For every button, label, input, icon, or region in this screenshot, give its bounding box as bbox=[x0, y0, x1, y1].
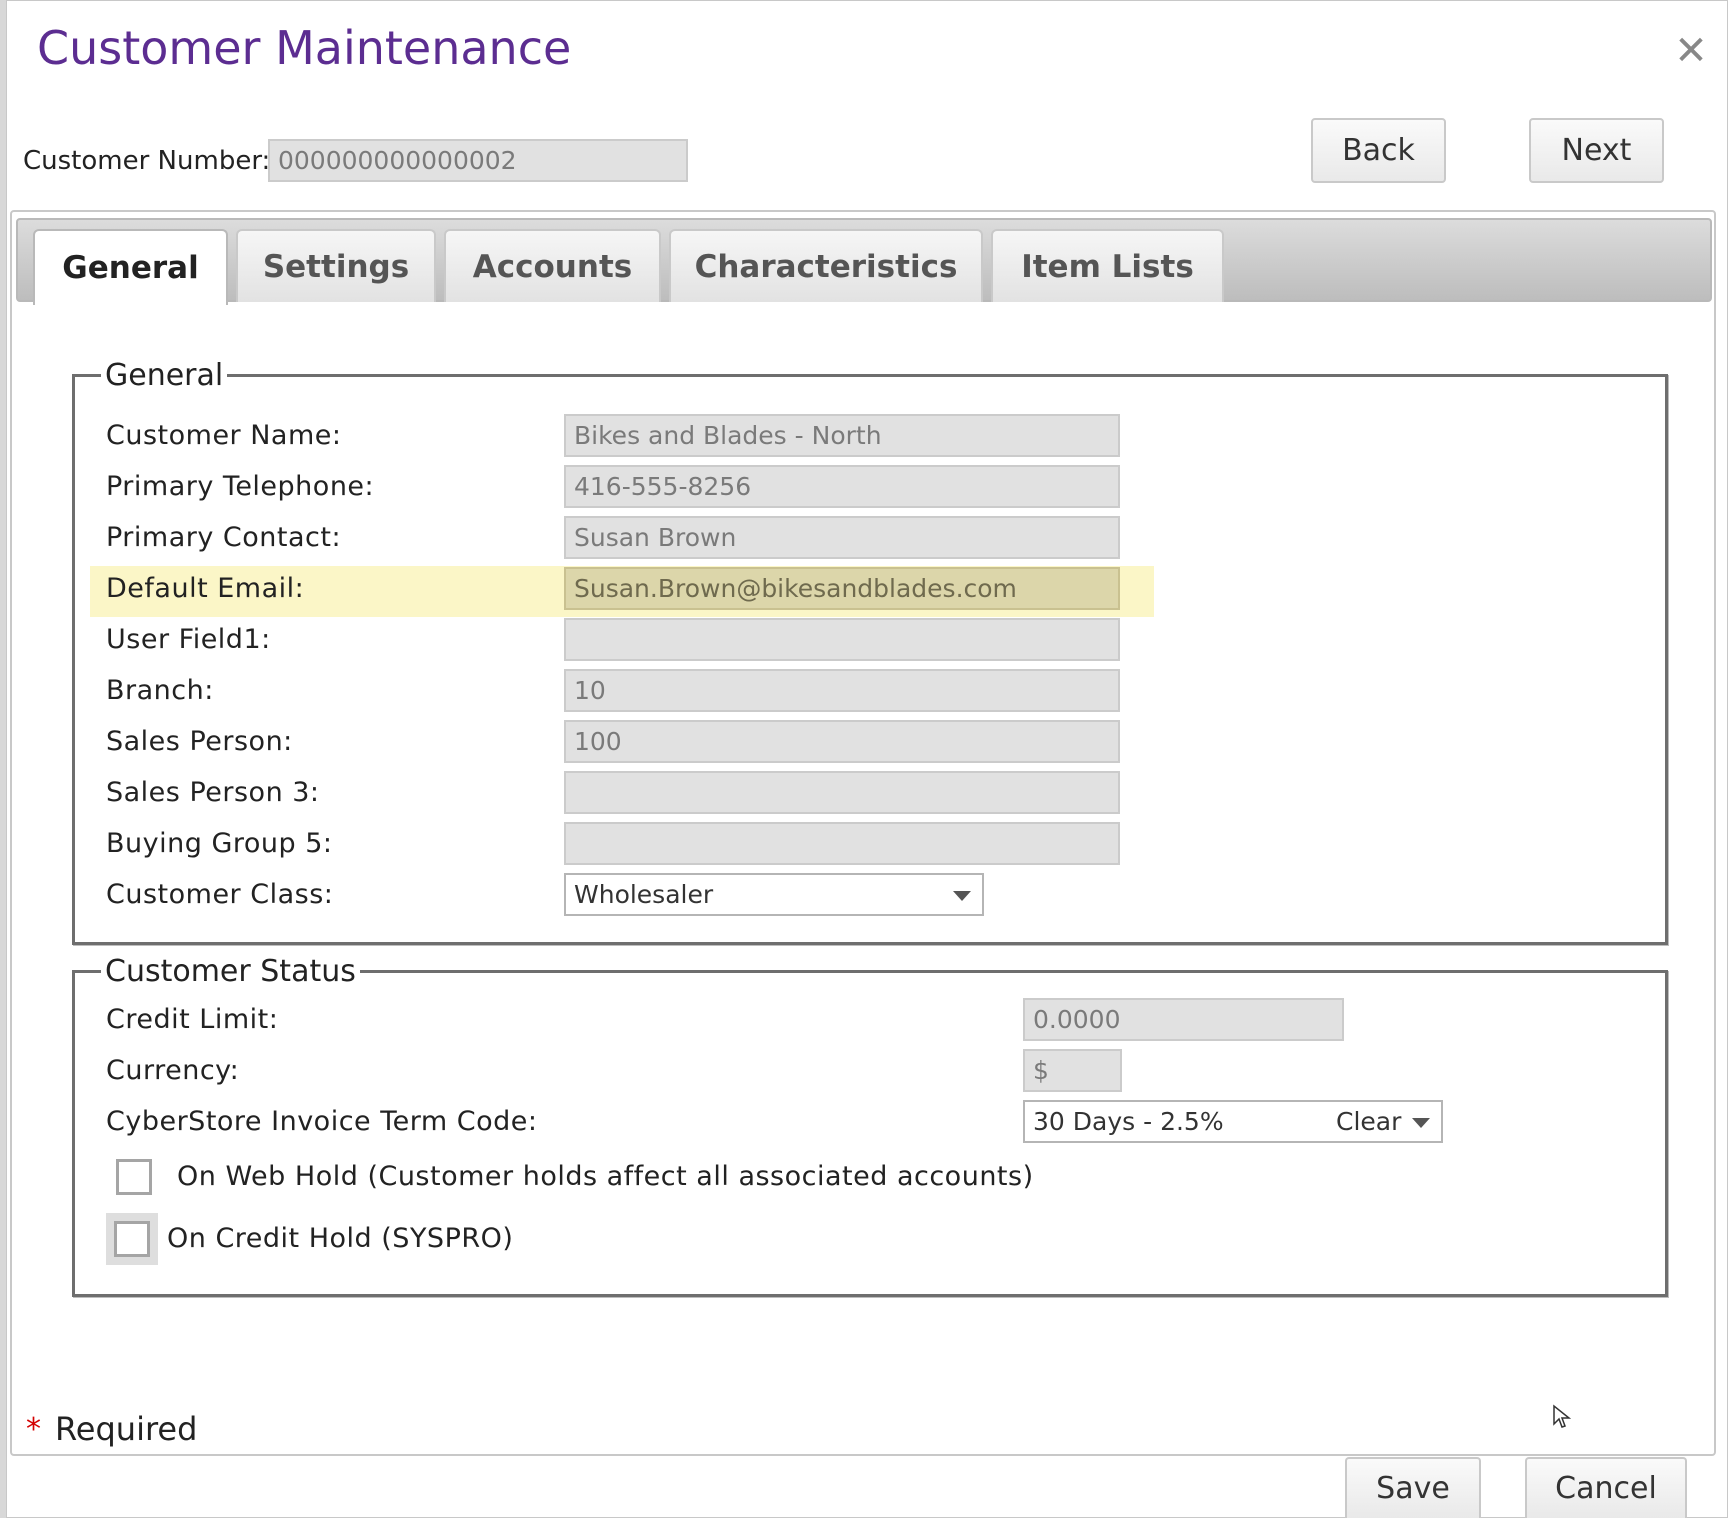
customer-number-field: 000000000000002 bbox=[268, 139, 688, 182]
required-label: Required bbox=[55, 1410, 198, 1448]
branch-field: 10 bbox=[564, 669, 1120, 712]
chevron-down-icon[interactable] bbox=[1412, 1118, 1430, 1128]
sales-person-3-label: Sales Person 3: bbox=[106, 777, 320, 808]
web-hold-label: On Web Hold (Customer holds affect all a… bbox=[177, 1161, 1034, 1192]
tab-item-lists[interactable]: Item Lists bbox=[991, 229, 1224, 302]
term-code-value: 30 Days - 2.5% bbox=[1033, 1107, 1224, 1136]
primary-telephone-field: 416-555-8256 bbox=[564, 465, 1120, 508]
term-code-label: CyberStore Invoice Term Code: bbox=[106, 1106, 538, 1137]
customer-class-label: Customer Class: bbox=[106, 879, 334, 910]
primary-contact-label: Primary Contact: bbox=[106, 522, 342, 553]
credit-limit-field: 0.0000 bbox=[1023, 998, 1344, 1041]
save-button[interactable]: Save bbox=[1345, 1457, 1481, 1518]
tab-general[interactable]: General bbox=[33, 229, 228, 305]
credit-hold-checkbox[interactable] bbox=[114, 1221, 150, 1257]
sales-person-label: Sales Person: bbox=[106, 726, 293, 757]
tab-accounts[interactable]: Accounts bbox=[444, 229, 661, 302]
back-button[interactable]: Back bbox=[1311, 118, 1446, 183]
credit-hold-label: On Credit Hold (SYSPRO) bbox=[167, 1223, 514, 1254]
required-star: * bbox=[26, 1412, 41, 1447]
buying-group-5-label: Buying Group 5: bbox=[106, 828, 333, 859]
next-button[interactable]: Next bbox=[1529, 118, 1664, 183]
primary-contact-field: Susan Brown bbox=[564, 516, 1120, 559]
sales-person-3-field bbox=[564, 771, 1120, 814]
chevron-down-icon[interactable] bbox=[953, 891, 971, 901]
customer-name-field: Bikes and Blades - North bbox=[564, 414, 1120, 457]
mouse-cursor-icon bbox=[1553, 1404, 1572, 1428]
customer-number-label: Customer Number: bbox=[23, 146, 271, 176]
cancel-button[interactable]: Cancel bbox=[1525, 1457, 1687, 1518]
general-legend: General bbox=[105, 358, 224, 393]
credit-limit-label: Credit Limit: bbox=[106, 1004, 279, 1035]
user-field1-field bbox=[564, 618, 1120, 661]
customer-status-legend: Customer Status bbox=[105, 954, 356, 989]
buying-group-5-field bbox=[564, 822, 1120, 865]
close-icon[interactable]: ✕ bbox=[1669, 29, 1713, 73]
customer-class-select[interactable]: Wholesaler bbox=[564, 873, 984, 916]
sales-person-field: 100 bbox=[564, 720, 1120, 763]
term-code-clear-button[interactable]: Clear bbox=[1336, 1104, 1401, 1140]
customer-class-value: Wholesaler bbox=[574, 880, 714, 909]
branch-label: Branch: bbox=[106, 675, 214, 706]
primary-telephone-label: Primary Telephone: bbox=[106, 471, 375, 502]
tab-characteristics[interactable]: Characteristics bbox=[669, 229, 983, 302]
tab-settings[interactable]: Settings bbox=[236, 229, 436, 302]
default-email-field[interactable]: Susan.Brown@bikesandblades.com bbox=[564, 567, 1120, 610]
customer-name-label: Customer Name: bbox=[106, 420, 342, 451]
user-field1-label: User Field1: bbox=[106, 624, 271, 655]
currency-label: Currency: bbox=[106, 1055, 240, 1086]
web-hold-checkbox[interactable] bbox=[116, 1159, 152, 1195]
default-email-label: Default Email: bbox=[106, 573, 305, 604]
currency-field: $ bbox=[1023, 1049, 1122, 1092]
dialog-title: Customer Maintenance bbox=[37, 21, 572, 75]
